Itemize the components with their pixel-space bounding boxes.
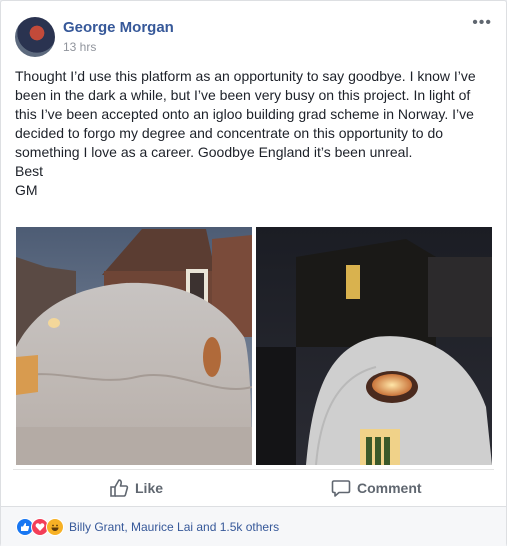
avatar[interactable] [15,17,55,57]
post-author[interactable]: George Morgan [63,19,174,36]
haha-reaction-icon [46,517,64,536]
comment-label: Comment [357,480,422,496]
post-card: George Morgan 13 hrs ••• Thought I’d use… [0,0,507,546]
post-timestamp[interactable]: 13 hrs [63,40,96,54]
post-signoff: Best [15,163,44,179]
photo-grid [16,227,492,465]
post-paragraph: Thought I’d use this platform as an oppo… [15,68,476,160]
post-signature: GM [15,182,38,198]
reactions-bar[interactable]: Billy Grant, Maurice Lai and 1.5k others [1,506,506,546]
post-text: Thought I’d use this platform as an oppo… [15,67,493,200]
thumbs-up-icon [109,478,129,498]
photo-igloo-day[interactable] [16,227,252,465]
more-options-icon[interactable]: ••• [472,15,492,31]
post-actions: Like Comment [13,469,494,504]
photo-igloo-night[interactable] [256,227,492,465]
speech-bubble-icon [331,478,351,498]
comment-button[interactable]: Comment [331,476,422,500]
like-label: Like [135,480,164,496]
reactions-summary[interactable]: Billy Grant, Maurice Lai and 1.5k others [69,520,279,534]
like-button[interactable]: Like [109,476,163,500]
